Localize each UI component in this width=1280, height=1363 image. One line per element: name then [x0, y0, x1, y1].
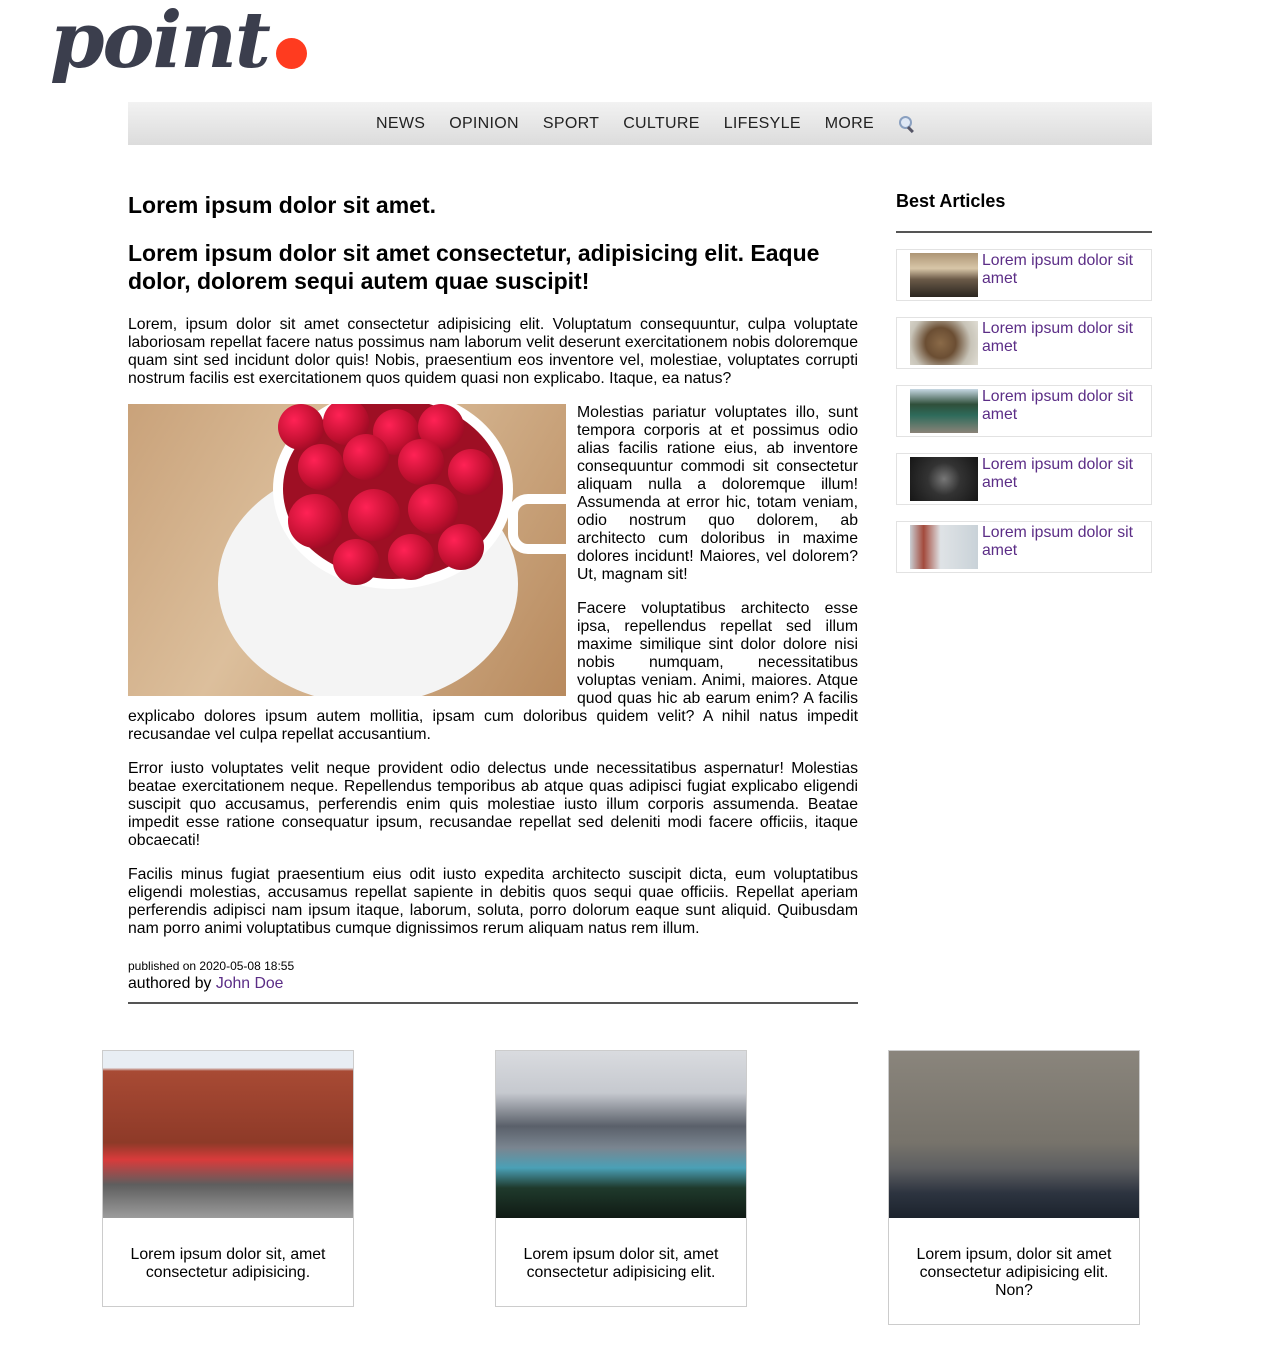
- bear-thumbnail: [910, 321, 978, 365]
- article: Lorem ipsum dolor sit amet. Lorem ipsum …: [128, 185, 858, 1004]
- article-media-block: Molestias pariatur voluptates illo, sunt…: [128, 404, 858, 744]
- article-divider: [128, 1002, 858, 1004]
- best-article-item[interactable]: Lorem ipsum dolor sit amet: [896, 453, 1152, 505]
- site-logo[interactable]: point: [48, 0, 310, 92]
- nav-item-sport[interactable]: SPORT: [543, 115, 599, 133]
- main-navbar: NEWS OPINION SPORT CULTURE LIFESYLE MORE: [128, 102, 1152, 145]
- sidebar: Best Articles Lorem ipsum dolor sit amet…: [896, 185, 1152, 573]
- nav-item-more[interactable]: MORE: [825, 115, 874, 133]
- golden-gate-thumbnail: [910, 525, 978, 569]
- nav-item-opinion[interactable]: OPINION: [449, 115, 519, 133]
- sidebar-title: Best Articles: [896, 191, 1006, 211]
- author-line: authored by John Doe: [128, 975, 858, 993]
- card-caption: Lorem ipsum dolor sit, amet consectetur …: [130, 1246, 326, 1281]
- search-icon[interactable]: [898, 115, 916, 133]
- camera-thumbnail: [910, 457, 978, 501]
- published-date: published on 2020-05-08 18:55: [128, 959, 295, 973]
- brick-building-image: [103, 1051, 353, 1218]
- card-caption: Lorem ipsum, dolor sit amet consectetur …: [916, 1246, 1112, 1299]
- nav-item-culture[interactable]: CULTURE: [623, 115, 699, 133]
- nav-item-lifestyle[interactable]: LIFESYLE: [724, 115, 801, 133]
- best-article-link[interactable]: Lorem ipsum dolor sit amet: [982, 456, 1151, 492]
- best-article-item[interactable]: Lorem ipsum dolor sit amet: [896, 521, 1152, 573]
- forest-lake-thumbnail: [910, 389, 978, 433]
- best-article-item[interactable]: Lorem ipsum dolor sit amet: [896, 317, 1152, 369]
- best-article-item[interactable]: Lorem ipsum dolor sit amet: [896, 385, 1152, 437]
- article-subtitle: Lorem ipsum dolor sit amet consectetur, …: [128, 240, 820, 294]
- article-paragraph: Facilis minus fugiat praesentium eius od…: [128, 866, 858, 937]
- logo-text: point: [50, 0, 271, 86]
- best-article-link[interactable]: Lorem ipsum dolor sit amet: [982, 524, 1151, 560]
- card-caption: Lorem ipsum dolor sit, amet consectetur …: [523, 1246, 719, 1281]
- article-paragraph: Error iusto voluptates velit neque provi…: [128, 760, 858, 849]
- best-article-link[interactable]: Lorem ipsum dolor sit amet: [982, 252, 1151, 288]
- mountain-lake-image: [496, 1051, 746, 1218]
- best-article-link[interactable]: Lorem ipsum dolor sit amet: [982, 388, 1151, 424]
- city-skyline-image: [889, 1051, 1139, 1218]
- nav-item-news[interactable]: NEWS: [376, 115, 425, 133]
- mountain-sunset-thumbnail: [910, 253, 978, 297]
- featured-card[interactable]: Lorem ipsum dolor sit, amet consectetur …: [495, 1050, 747, 1307]
- logo-dot: [276, 38, 307, 69]
- authored-by-label: authored by: [128, 975, 212, 992]
- raspberries-cup-image: [128, 404, 566, 696]
- author-link[interactable]: John Doe: [216, 975, 284, 992]
- best-article-link[interactable]: Lorem ipsum dolor sit amet: [982, 320, 1151, 356]
- article-title: Lorem ipsum dolor sit amet.: [128, 192, 436, 218]
- sidebar-divider: [896, 231, 1152, 233]
- featured-card[interactable]: Lorem ipsum dolor sit, amet consectetur …: [102, 1050, 354, 1307]
- best-article-item[interactable]: Lorem ipsum dolor sit amet: [896, 249, 1152, 301]
- featured-card[interactable]: Lorem ipsum, dolor sit amet consectetur …: [888, 1050, 1140, 1325]
- article-paragraph: Lorem, ipsum dolor sit amet consectetur …: [128, 316, 858, 387]
